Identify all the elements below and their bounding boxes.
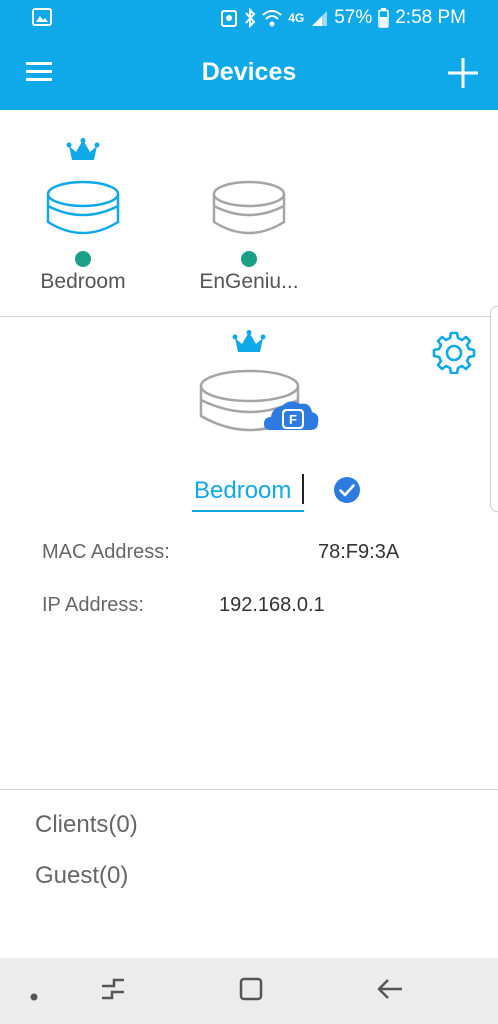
signal-icon	[312, 11, 328, 26]
system-nav-bar	[0, 958, 498, 1024]
clock: 2:58 PM	[395, 7, 466, 28]
device-label: Bedroom	[40, 270, 126, 293]
router-icon: F	[199, 369, 319, 432]
divider	[0, 316, 498, 317]
back-button[interactable]	[376, 976, 404, 1007]
status-dot	[75, 251, 91, 267]
divider	[0, 789, 498, 790]
wifi-icon	[262, 10, 282, 27]
device-card-engenius[interactable]: EnGeniu...	[184, 110, 314, 310]
back-arrow-icon	[377, 979, 402, 999]
router-with-cloud: F	[198, 368, 322, 443]
side-drawer-handle[interactable]	[490, 306, 498, 512]
status-dot	[241, 251, 257, 267]
bluetooth-icon	[245, 8, 256, 28]
mac-address-value: 78:F9:3A	[318, 541, 400, 563]
home-button[interactable]	[238, 976, 264, 1007]
router-icon	[46, 180, 120, 235]
home-icon	[239, 977, 263, 1001]
status-bar: 4G 57% 2:58 PM	[0, 0, 498, 36]
gear-icon	[432, 331, 476, 375]
guest-link[interactable]: Guest(0)	[35, 862, 128, 890]
text-caret	[302, 474, 304, 504]
crown-icon	[66, 138, 100, 160]
network-type: 4G	[288, 11, 305, 25]
router-icon	[212, 180, 286, 235]
cloud-badge: F	[289, 412, 297, 427]
plus-icon	[448, 58, 478, 88]
app-bar: Devices	[0, 36, 498, 110]
battery-icon	[378, 8, 389, 28]
device-name-input[interactable]	[192, 472, 304, 512]
ip-address-label: IP Address:	[42, 594, 144, 616]
recycle-icon	[221, 10, 238, 27]
crown-icon	[232, 330, 266, 352]
add-device-button[interactable]	[446, 56, 480, 90]
clients-link[interactable]: Clients(0)	[35, 811, 138, 839]
device-card-bedroom[interactable]: Bedroom	[18, 110, 148, 310]
ip-address-value: 192.168.0.1	[219, 594, 325, 616]
page-title: Devices	[201, 58, 297, 86]
devices-screen: 4G 57% 2:58 PM Devices Bedroom EnGeniu..…	[0, 0, 498, 1024]
device-label: EnGeniu...	[199, 270, 299, 293]
device-strip: Bedroom EnGeniu...	[0, 110, 498, 316]
battery-percent: 57%	[334, 7, 373, 28]
gallery-notification-icon	[32, 8, 52, 32]
recent-apps-icon	[102, 978, 124, 1000]
check-circle-icon	[334, 477, 360, 503]
recent-apps-button[interactable]	[100, 976, 126, 1007]
mac-address-label: MAC Address:	[42, 541, 170, 563]
nav-dot-icon	[30, 988, 38, 1006]
confirm-name-button[interactable]	[333, 476, 361, 509]
settings-button[interactable]	[432, 330, 476, 379]
